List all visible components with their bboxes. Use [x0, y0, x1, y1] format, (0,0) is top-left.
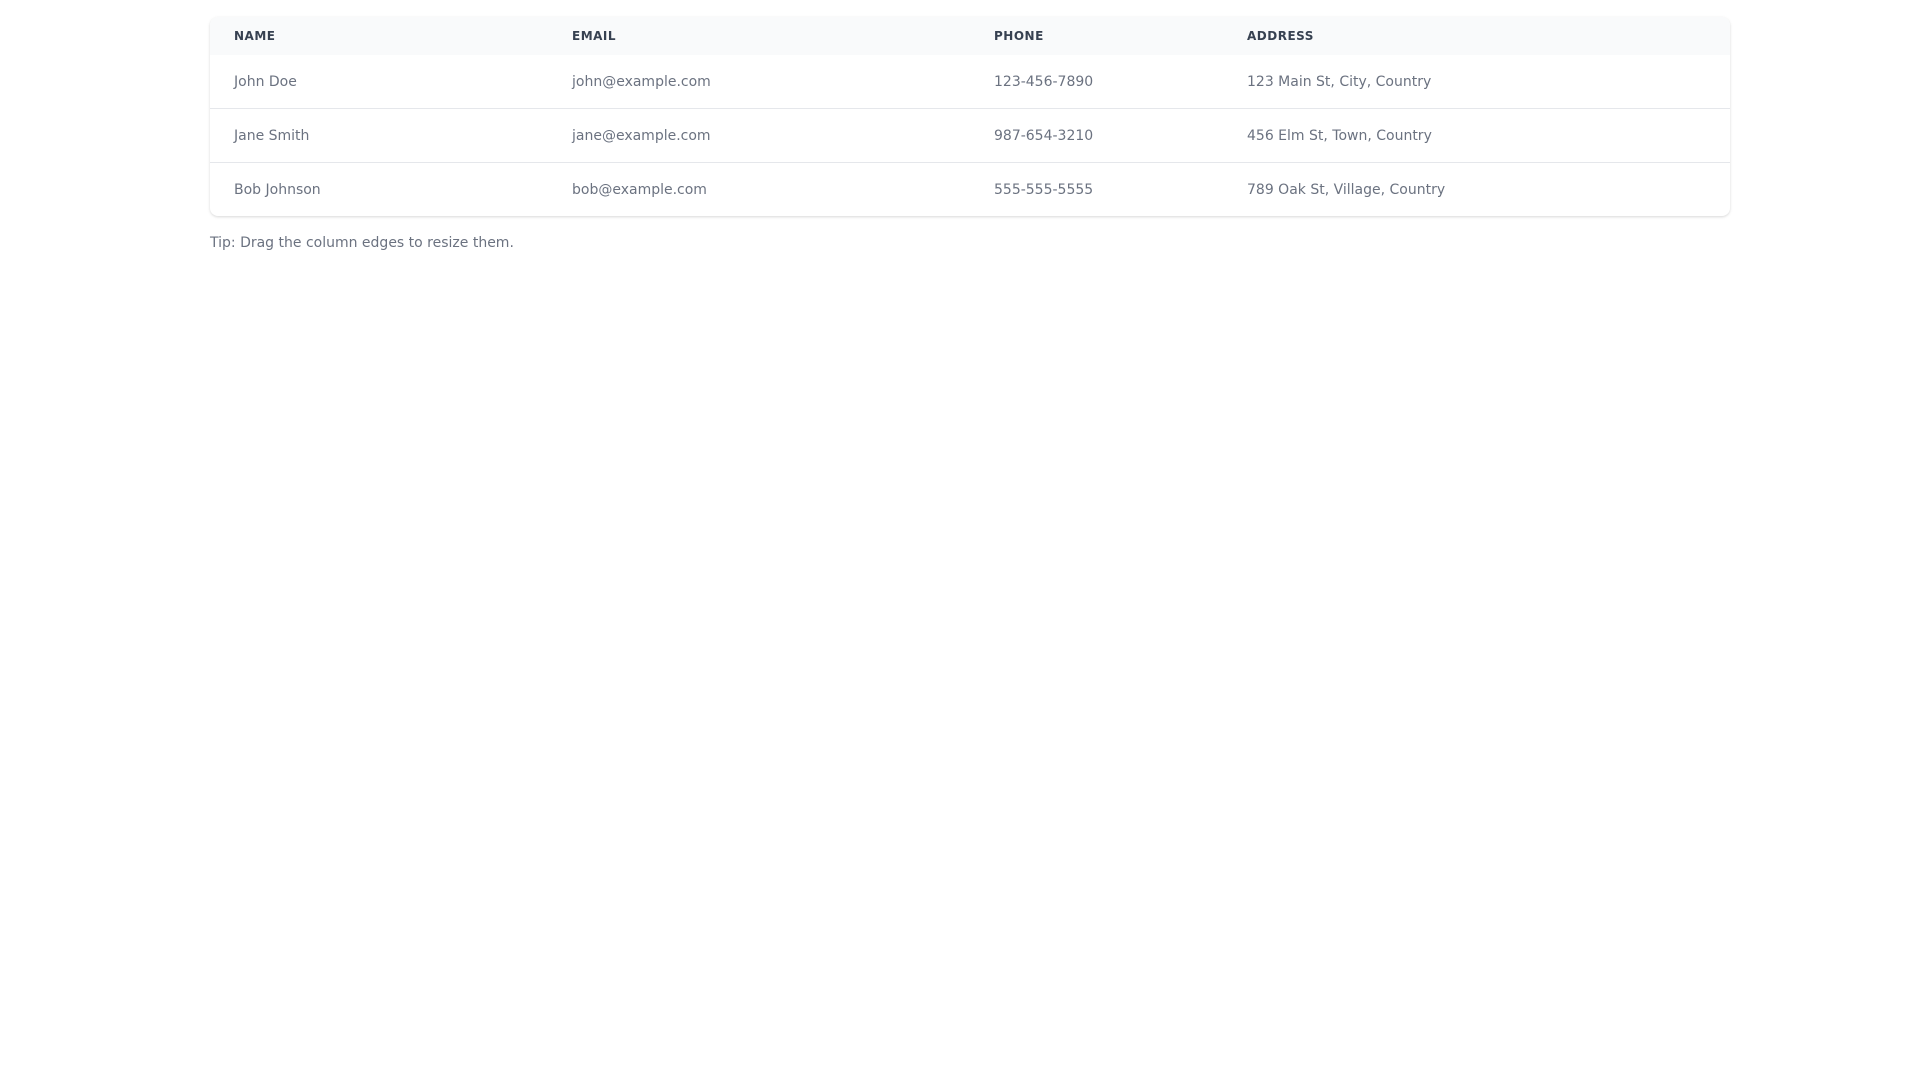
cell-phone: 123-456-7890 — [994, 73, 1094, 90]
contacts-table: NAME EMAIL PHONE ADDRESS John Doe john@e… — [210, 17, 1730, 216]
cell-address: 123 Main St, City, Country — [1247, 73, 1432, 90]
column-header-label: NAME — [234, 29, 276, 43]
cell-address: 456 Elm St, Town, Country — [1223, 108, 1730, 163]
table-body: John Doe john@example.com 123-456-7890 1… — [210, 55, 1730, 216]
cell-name: John Doe — [234, 73, 297, 90]
column-header-email: EMAIL — [548, 17, 970, 55]
column-header-name: NAME — [210, 17, 548, 55]
resizable-table-card: NAME EMAIL PHONE ADDRESS John Doe john@e… — [210, 17, 1730, 216]
column-header-label: ADDRESS — [1247, 29, 1314, 43]
cell-phone: 555-555-5555 — [970, 162, 1223, 216]
column-header-phone: PHONE — [970, 17, 1223, 55]
cell-phone: 987-654-3210 — [970, 108, 1223, 163]
column-header-label: EMAIL — [572, 29, 617, 43]
column-header-address: ADDRESS — [1223, 17, 1730, 55]
cell-name: Jane Smith — [210, 108, 548, 163]
cell-email: bob@example.com — [548, 162, 970, 216]
cell-address: 789 Oak St, Village, Country — [1223, 162, 1730, 216]
column-header-label: PHONE — [994, 29, 1044, 43]
column-resize-handle[interactable] — [1724, 17, 1730, 55]
resize-tip-text: Tip: Drag the column edges to resize the… — [210, 235, 514, 251]
cell-name: Bob Johnson — [210, 162, 548, 216]
page-container: NAME EMAIL PHONE ADDRESS John Doe john@e… — [210, 17, 1730, 251]
cell-email: john@example.com — [572, 73, 711, 90]
header-row: NAME EMAIL PHONE ADDRESS — [210, 17, 1730, 55]
table-row: Jane Smith jane@example.com 987-654-3210… — [210, 108, 1730, 163]
cell-email: jane@example.com — [548, 108, 970, 163]
table-header: NAME EMAIL PHONE ADDRESS — [210, 17, 1730, 55]
table-row: Bob Johnson bob@example.com 555-555-5555… — [210, 162, 1730, 216]
table-row: John Doe john@example.com 123-456-7890 1… — [210, 55, 1730, 109]
